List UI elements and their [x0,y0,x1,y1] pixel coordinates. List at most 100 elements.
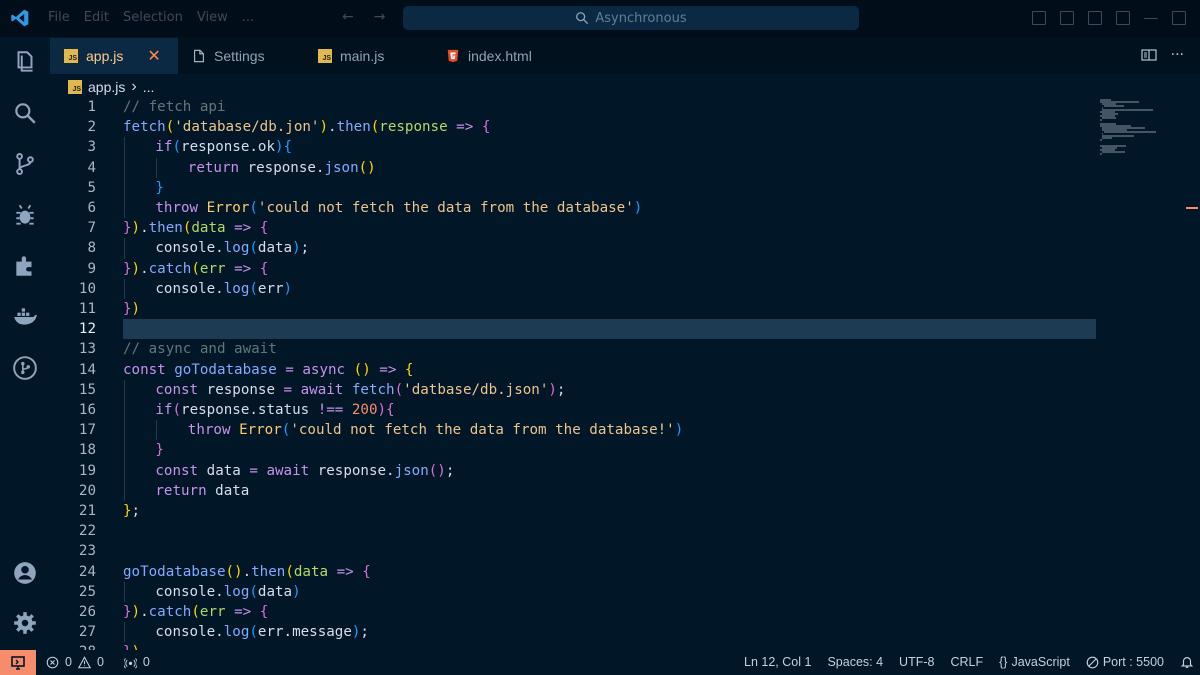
tab-main-js[interactable]: JS main.js [306,37,434,74]
html5-icon [447,49,459,62]
code-line[interactable]: 2 fetch('database/db.jon').then(response … [50,117,1100,137]
encoding[interactable]: UTF-8 [899,655,934,669]
problems-status[interactable]: 0 0 0 [46,655,150,669]
line-content: console.log(err.message); [123,622,1096,643]
layout-toggle-icon[interactable] [1032,11,1046,25]
code-line[interactable]: 12 [50,319,1100,340]
code-line[interactable]: 1 // fetch api [50,97,1100,117]
explorer-icon[interactable] [12,49,38,75]
code-line[interactable]: 23 [50,541,1100,561]
minimap-line [1104,131,1157,133]
code-line[interactable]: 16 if(response.status !== 200){ [50,400,1100,421]
menu-more[interactable]: ... [242,10,254,25]
code-token: ; [360,624,369,641]
code-line[interactable]: 18} [50,440,1100,461]
live-server-port[interactable]: Port : 5500 [1086,655,1164,669]
git-graph-icon[interactable] [12,355,38,381]
indent-guide [124,238,125,259]
code-line[interactable]: 13 // async and await [50,339,1100,359]
code-token: ) [674,422,684,439]
warning-icon [77,655,91,668]
line-number: 25 [78,583,96,600]
minimap[interactable] [1100,97,1190,217]
run-debug-icon[interactable] [12,202,38,228]
status-bar: 0 0 0 Ln 12, Col 1 Spaces: 4 UTF-8 CRLF … [0,650,1200,675]
code-line[interactable]: 3 if(response.ok){ [50,137,1100,158]
tab-app-js[interactable]: JS app.js ✕ [50,37,178,74]
code-line[interactable]: 17 throw Error('could not fetch the data … [50,420,1100,441]
code-line[interactable]: 28}) [50,642,1100,650]
maximize-icon[interactable] [1172,11,1186,25]
code-editor[interactable]: 1// fetch api 2 fetch('database/db.jon').t… [50,97,1100,650]
code-token: console. [155,624,224,641]
vscode-logo-icon[interactable] [10,8,30,28]
line-content: console.log(data) [123,581,1096,602]
code-line[interactable]: 7}).then(data => { [50,218,1100,238]
tab-settings[interactable]: Settings [178,37,306,74]
tab-close-icon[interactable]: ✕ [147,46,160,66]
menu-selection[interactable]: Selection [123,10,183,25]
code-line[interactable]: 14 const goTodatabase = async () => { [50,360,1100,380]
code-line[interactable]: 22 [50,521,1100,541]
language-mode[interactable]: {} JavaScript [999,655,1070,669]
code-line[interactable]: 26}).catch(err => { [50,602,1100,622]
menu-view[interactable]: View [197,10,228,25]
code-line[interactable]: 9}).catch(err => { [50,259,1100,279]
code-token: ) [292,240,301,257]
code-token: throw [187,422,231,439]
menu-edit[interactable]: Edit [84,10,109,25]
code-line[interactable]: 8 console.log(data); [50,238,1100,259]
line-number: 3 [87,139,96,156]
notifications-bell-icon[interactable] [1180,655,1194,669]
code-line[interactable]: 21}; [50,501,1100,521]
code-line[interactable]: 15 const response = await fetch('datbase/… [50,379,1100,400]
code-token: } [123,604,132,620]
code-line[interactable]: 25 console.log(data) [50,581,1100,602]
minimize-icon[interactable] [1144,11,1158,19]
code-line[interactable]: 10 console.log(err) [50,278,1100,299]
code-token: then [336,119,371,136]
code-line[interactable]: 5} [50,177,1100,198]
code-line[interactable]: 24 goTodatabase().then(data => { [50,562,1100,582]
docker-icon[interactable] [12,304,38,330]
search-icon[interactable] [12,100,38,126]
cursor-position[interactable]: Ln 12, Col 1 [744,655,811,669]
source-control-icon[interactable] [12,151,38,177]
sidebar-toggle-icon[interactable] [1088,11,1102,25]
line-number: 5 [87,179,96,196]
tab-index-html[interactable]: index.html [434,37,584,74]
back-arrow-icon[interactable]: ← [342,9,354,25]
code-line[interactable]: 27 console.log(err.message); [50,622,1100,643]
indentation[interactable]: Spaces: 4 [827,655,883,669]
code-line[interactable]: 4 return response.json() [50,157,1100,178]
account-icon[interactable] [12,560,38,586]
customize-layout-icon[interactable] [1116,11,1130,25]
code-token: throw [155,200,199,216]
code-line[interactable]: 19 const data = await response.json(); [50,460,1100,481]
more-actions-icon[interactable]: ··· [1171,47,1184,63]
extensions-icon[interactable] [12,253,38,279]
code-line[interactable]: 11}) [50,299,1100,319]
code-line[interactable]: 6 throw Error('could not fetch the data f… [50,198,1100,219]
line-number: 1 [87,99,96,115]
settings-gear-icon[interactable] [12,610,38,636]
forward-arrow-icon[interactable]: → [374,9,386,25]
line-content: console.log(data); [123,238,1096,259]
panel-toggle-icon[interactable] [1060,11,1074,25]
split-editor-icon[interactable] [1141,47,1157,63]
code-token: 'datbase/db.json' [403,381,549,398]
command-center-search[interactable]: Asynchronous [403,6,859,30]
remote-indicator-icon[interactable] [0,650,36,675]
line-content: } [123,440,1096,461]
line-content: }) [123,299,1096,319]
breadcrumb-symbol[interactable]: ... [143,79,155,95]
code-line[interactable]: 20 return data [50,480,1100,501]
menu-file[interactable]: File [48,10,70,25]
code-token: response.ok [181,139,275,156]
code-token: } [123,301,132,317]
breadcrumb-file[interactable]: app.js [88,79,125,95]
code-token: response. [239,159,325,176]
line-number: 18 [78,442,96,459]
code-token: !== [317,402,344,418]
end-of-line[interactable]: CRLF [950,655,983,669]
